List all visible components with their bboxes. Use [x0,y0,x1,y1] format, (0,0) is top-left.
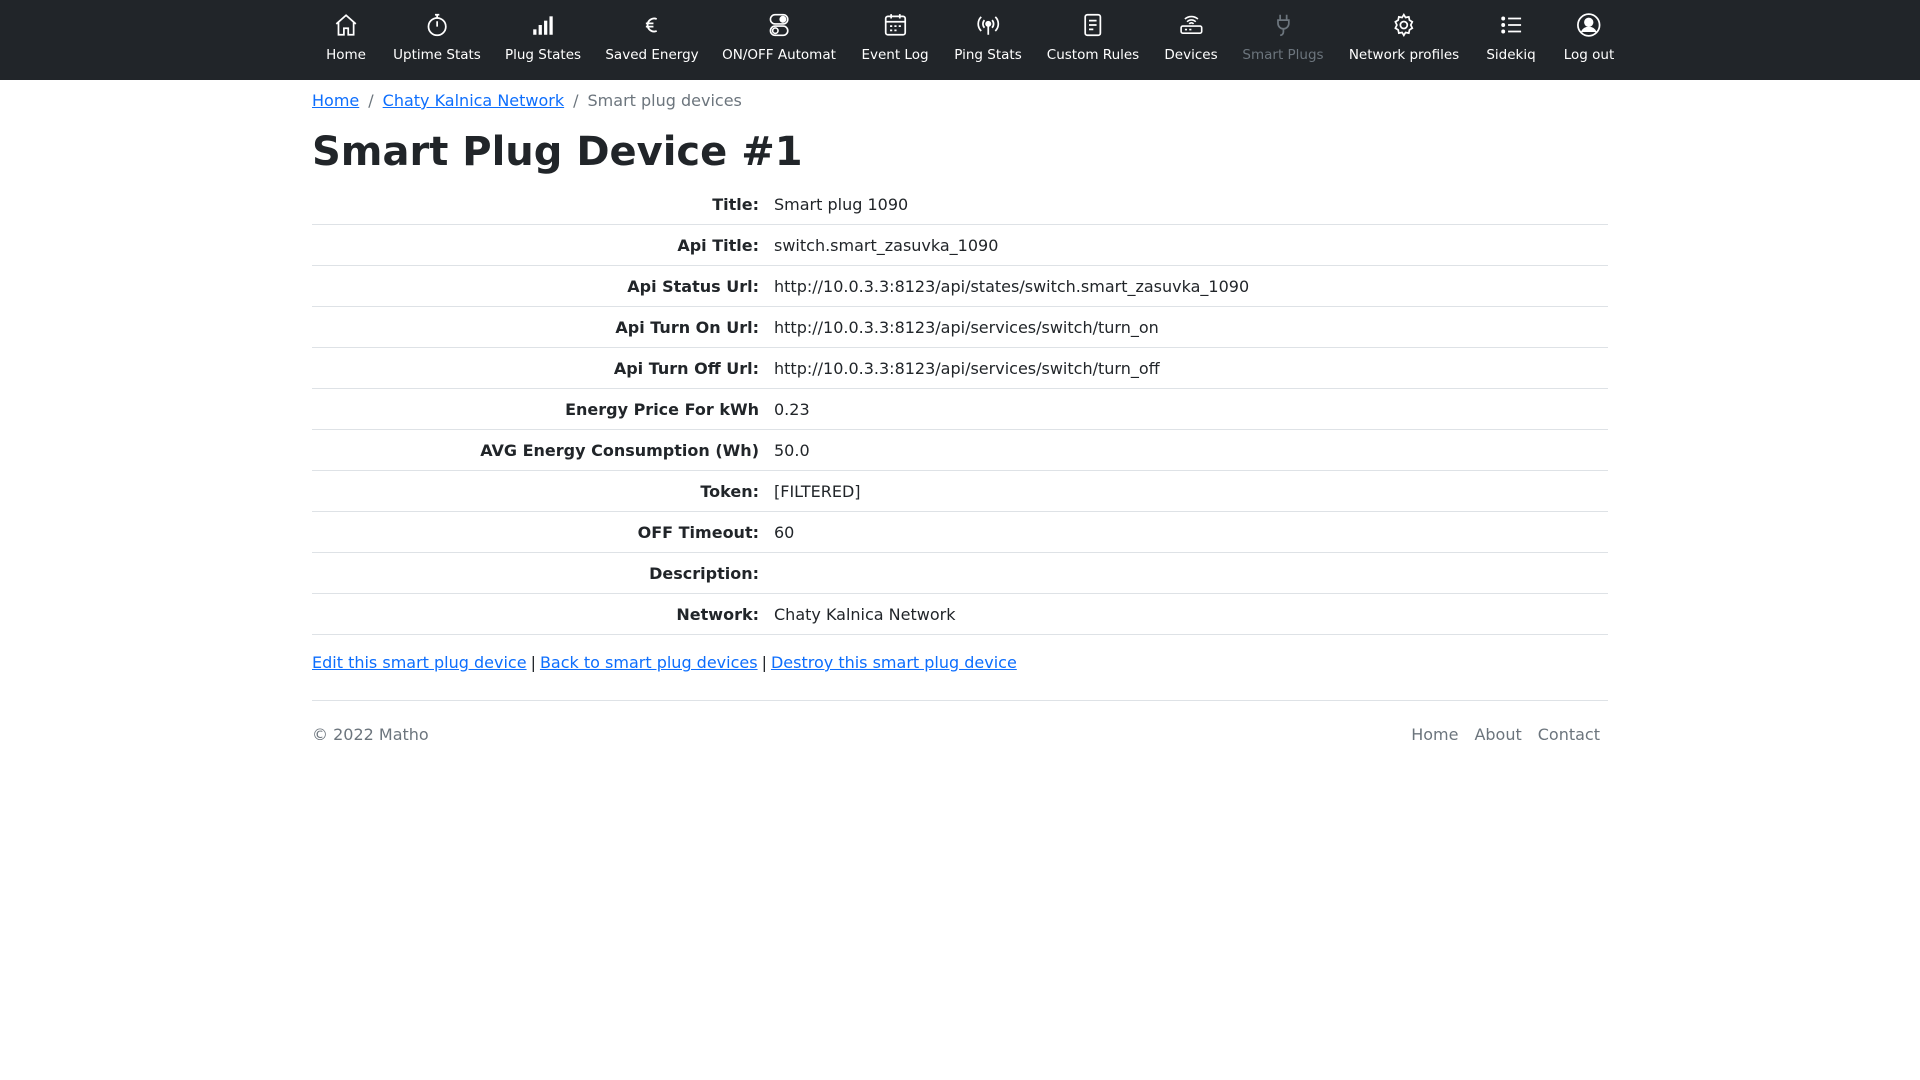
home-icon [333,12,359,38]
detail-row-energy-price: Energy Price For kWh 0.23 [312,389,1608,430]
footer-links: Home About Contact [1403,725,1608,744]
detail-row-api-status-url: Api Status Url: http://10.0.3.3:8123/api… [312,266,1608,307]
nav-list: Home Uptime Stats Plug States Saved Ener… [0,0,1920,80]
nav-item-smart-plugs[interactable]: Smart Plugs [1242,12,1324,68]
toggles-icon [766,12,792,38]
detail-row-title: Title: Smart plug 1090 [312,184,1608,225]
action-separator: | [761,653,767,672]
nav-label: Custom Rules [1046,47,1140,63]
nav-item-network-profiles[interactable]: Network profiles [1349,12,1459,68]
detail-row-api-title: Api Title: switch.smart_zasuvka_1090 [312,225,1608,266]
calendar-icon [882,12,908,38]
detail-label: Api Turn On Url: [615,317,759,337]
breadcrumb-separator: / [573,91,579,110]
gear-icon [1391,12,1417,38]
router-icon [1178,12,1204,38]
detail-label: Description: [649,563,759,583]
nav-label: Uptime Stats [393,47,481,63]
nav-item-log-out[interactable]: Log out [1563,12,1615,68]
nav-item-ping-stats[interactable]: Ping Stats [954,12,1022,68]
signal-bars-icon [530,12,556,38]
detail-label: Title: [712,194,759,214]
detail-value: http://10.0.3.3:8123/api/services/switch… [774,317,1159,337]
footer-link-contact[interactable]: Contact [1530,725,1608,744]
detail-value: Chaty Kalnica Network [774,604,956,624]
nav-item-event-log[interactable]: Event Log [861,12,929,68]
detail-label: Network: [676,604,759,624]
nav-label: Saved Energy [605,47,699,63]
detail-row-api-turn-off-url: Api Turn Off Url: http://10.0.3.3:8123/a… [312,348,1608,389]
detail-row-token: Token: [FILTERED] [312,471,1608,512]
nav-item-on-off-automat[interactable]: ON/OFF Automat [722,12,836,68]
document-icon [1080,12,1106,38]
detail-value: Smart plug 1090 [774,194,909,214]
detail-label: Api Turn Off Url: [613,358,759,378]
action-links: Edit this smart plug device | Back to smar… [312,652,1017,674]
nav-label: Smart Plugs [1242,47,1324,63]
nav-label: Sidekiq [1486,47,1536,63]
footer-link-about[interactable]: About [1466,725,1529,744]
nav-label: Devices [1164,47,1218,63]
device-details: Title: Smart plug 1090 Api Title: switch… [312,184,1608,635]
nav-label: Ping Stats [954,47,1022,63]
nav-item-home[interactable]: Home [326,12,366,68]
detail-value: switch.smart_zasuvka_1090 [774,235,999,255]
nav-label: Network profiles [1348,47,1460,63]
nav-item-saved-energy[interactable]: Saved Energy [605,12,699,68]
page-footer: © 2022 Matho Home About Contact [312,700,1608,760]
footer-link-home[interactable]: Home [1403,725,1466,744]
detail-value: http://10.0.3.3:8123/api/states/switch.s… [774,276,1250,296]
nav-item-plug-states[interactable]: Plug States [505,12,581,68]
detail-value: [FILTERED] [774,481,861,501]
breadcrumb-home-link[interactable]: Home [312,91,359,110]
detail-value: 50.0 [774,440,810,460]
detail-label: OFF Timeout: [637,522,759,542]
nav-item-custom-rules[interactable]: Custom Rules [1047,12,1139,68]
breadcrumb-separator: / [368,91,374,110]
detail-label: Token: [700,481,759,501]
detail-value: 60 [774,522,795,542]
destroy-device-link[interactable]: Destroy this smart plug device [771,653,1017,672]
detail-value: 0.23 [774,399,810,419]
nav-item-sidekiq[interactable]: Sidekiq [1486,12,1536,68]
nav-item-devices[interactable]: Devices [1164,12,1218,68]
nav-item-uptime-stats[interactable]: Uptime Stats [393,12,481,68]
plug-icon [1270,12,1296,38]
detail-label: Energy Price For kWh [565,399,759,419]
breadcrumb-network-link[interactable]: Chaty Kalnica Network [383,91,564,110]
nav-label: Home [326,47,366,63]
edit-device-link[interactable]: Edit this smart plug device [312,653,527,672]
detail-label: AVG Energy Consumption (Wh) [480,440,759,460]
detail-row-off-timeout: OFF Timeout: 60 [312,512,1608,553]
copyright-text: © 2022 Matho [312,725,429,744]
detail-label: Api Status Url: [627,276,759,296]
detail-row-avg-energy-consumption: AVG Energy Consumption (Wh) 50.0 [312,430,1608,471]
detail-label: Api Title: [677,235,759,255]
detail-row-api-turn-on-url: Api Turn On Url: http://10.0.3.3:8123/ap… [312,307,1608,348]
stopwatch-icon [424,12,450,38]
list-icon [1498,12,1524,38]
user-circle-icon [1576,12,1602,38]
breadcrumb: Home / Chaty Kalnica Network / Smart plug de… [312,90,742,112]
top-navbar: Home Uptime Stats Plug States Saved Ener… [0,0,1920,80]
detail-row-network: Network: Chaty Kalnica Network [312,594,1608,635]
broadcast-icon [975,12,1001,38]
detail-value: http://10.0.3.3:8123/api/services/switch… [774,358,1160,378]
action-separator: | [530,653,536,672]
page-title: Smart Plug Device #1 [312,129,803,175]
detail-row-description: Description: [312,553,1608,594]
back-to-devices-link[interactable]: Back to smart plug devices [540,653,758,672]
breadcrumb-current: Smart plug devices [587,91,742,110]
nav-label: Event Log [861,47,929,63]
nav-label: ON/OFF Automat [722,47,836,63]
euro-icon [639,12,665,38]
nav-label: Log out [1563,47,1615,63]
nav-label: Plug States [504,47,582,63]
